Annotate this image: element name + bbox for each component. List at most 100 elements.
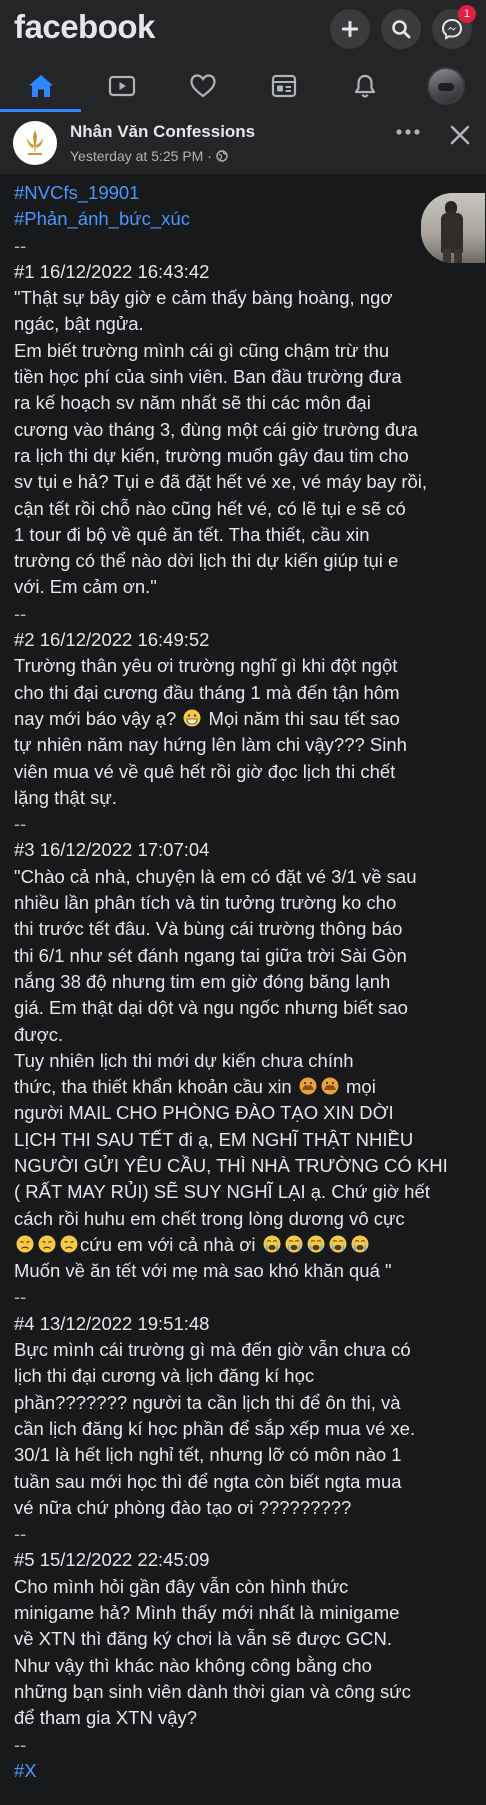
post-text-line: thi 6/1 như sét đánh ngang tai giữa trời…: [14, 944, 407, 966]
pray-emoji-icon: [321, 1077, 339, 1095]
post-text-line: thi trước tết đâu. Và bùng cái trường th…: [14, 918, 403, 940]
post-text-line: Bực mình cái trường gì mà đến giờ vẫn ch…: [14, 1339, 411, 1361]
post-photo-thumbnail[interactable]: [421, 193, 485, 263]
post-text-line: #4 13/12/2022 19:51:48: [14, 1312, 210, 1334]
messenger-button[interactable]: 1: [432, 5, 476, 49]
post-text-line: minigame hả? Mình thấy mới nhất là minig…: [14, 1602, 400, 1624]
post-header: Nhân Văn Confessions Yesterday at 5:25 P…: [0, 112, 486, 174]
post-text-line: viên mua vé về quê hết rồi giờ đọc lịch …: [14, 760, 396, 782]
post-text-line: người MAIL CHO PHÒNG ĐÀO TẠO XIN DỜI: [14, 1102, 394, 1124]
hashtag-link[interactable]: #Phản_ánh_bức_xúc: [14, 206, 426, 232]
post-text-line: cho thi đại cương đầu tháng 1 mà đến tận…: [14, 681, 400, 703]
sad-emoji-icon: [38, 1235, 56, 1253]
post-text-line: Muốn về ăn tết với mẹ mà sao khó khăn qu…: [14, 1260, 392, 1282]
post-body-text: #NVCfs_19901 #Phản_ánh_bức_xúc -- #1 16/12/…: [14, 180, 448, 1784]
search-icon: [392, 20, 411, 39]
tab-video[interactable]: [81, 60, 162, 112]
cry-emoji-icon: [307, 1235, 325, 1253]
dating-heart-icon: [189, 74, 216, 98]
post-text-line: #3 16/12/2022 17:07:04: [14, 839, 210, 861]
nhan-van-logo-icon: [27, 130, 43, 155]
post-text-line: #2 16/12/2022 16:49:52: [14, 629, 210, 651]
post-text-line: NGƯỜI GỬI YÊU CẦU, THÌ NHÀ TRƯỜNG CÓ KHI: [14, 1154, 448, 1176]
grin-emoji-icon: [183, 709, 201, 727]
post-text-line: "Chào cả nhà, chuyện là em có đặt vé 3/1…: [14, 865, 417, 887]
post-text-line: ( RẤT MAY RỦI) SẼ SUY NGHĨ LẠI ạ. Chứ gi…: [14, 1181, 430, 1203]
post-text-line: ngác, bật ngửa.: [14, 313, 144, 335]
top-bar: facebook 1: [0, 0, 486, 60]
more-dots-icon: [396, 129, 420, 135]
post-text-line: cách rồi huhu em chết trong lòng dương v…: [14, 1207, 405, 1229]
post-text-line: với. Em cảm ơn.": [14, 576, 157, 598]
profile-avatar-icon: [426, 67, 465, 105]
hashtag-link[interactable]: #NVCfs_19901: [14, 180, 426, 206]
post-text-line: giá. Em thật dại dột và ngu ngốc nhưng b…: [14, 997, 408, 1019]
tab-notifications[interactable]: [324, 60, 405, 112]
post-text-line: Như vậy thì khác nào không công bằng cho: [14, 1654, 372, 1676]
post-text-line: thức, tha thiết khẩn khoản cầu xin mọi: [14, 1076, 376, 1098]
cry-emoji-icon: [285, 1235, 303, 1253]
bell-icon: [354, 74, 375, 98]
post-text-line: 1 tour đi bộ về quê ăn tết. Tha thiết, c…: [14, 523, 370, 545]
post-text-line: ra lịch thi dự kiến, trường muốn gây đau…: [14, 444, 409, 466]
post-text-line: cứu em với cả nhà ơi: [14, 1232, 426, 1258]
post-text-line: cần lịch đăng kí học phần để sắp xếp mua…: [14, 1417, 416, 1439]
post-text-line: sv tụi e hả? Tụi e đã đặt hết vé xe, vé …: [14, 471, 428, 493]
post-text-line: được.: [14, 1023, 64, 1045]
post-text-line: phần??????? người ta cần lịch thi để ôn …: [14, 1391, 401, 1413]
nav-tabs: [0, 60, 486, 113]
messenger-badge: 1: [458, 5, 476, 23]
video-icon: [108, 75, 135, 97]
post-text-line: những bạn sinh viên dành thời gian và cô…: [14, 1680, 411, 1702]
search-button[interactable]: [381, 9, 421, 49]
tab-profile[interactable]: [405, 60, 486, 112]
sad-emoji-icon: [16, 1235, 34, 1253]
post-text-line: tuần sau mới học thì để ngta còn biết ng…: [14, 1470, 402, 1492]
create-button[interactable]: [330, 9, 370, 49]
post-text-line: 30/1 là hết lịch nghỉ tết, nhưng lỡ có m…: [14, 1444, 402, 1466]
post-text-line: nay mới báo vậy ạ? Mọi năm thi sau tết s…: [14, 707, 400, 729]
more-options-button[interactable]: [393, 124, 423, 148]
cry-emoji-icon: [263, 1235, 281, 1253]
post-text-line: Trường thân yêu ơi trường nghĩ gì khi độ…: [14, 655, 398, 677]
news-icon: [271, 74, 296, 98]
sad-emoji-icon: [60, 1235, 78, 1253]
post-text-line: #1 16/12/2022 16:43:42: [14, 260, 210, 282]
tab-news[interactable]: [243, 60, 324, 112]
pray-emoji-icon: [299, 1077, 317, 1095]
home-icon: [28, 75, 53, 97]
post-text-line: "Thật sự bây giờ e cảm thấy bàng hoàng, …: [14, 287, 393, 309]
post-text-line: cương vào tháng 3, đùng một cái giờ trườ…: [14, 418, 418, 440]
post-text-line: về XTN thì đăng ký chơi là vẫn sẽ được G…: [14, 1628, 393, 1650]
post-text-line: lặng thật sự.: [14, 786, 117, 808]
cry-emoji-icon: [329, 1235, 347, 1253]
page-avatar[interactable]: [13, 121, 57, 165]
post-text-line: tiền học phí của sinh viên. Ban đầu trườ…: [14, 366, 402, 388]
post-text-line: trường có thể nào dời lịch thi dự kiến g…: [14, 550, 399, 572]
facebook-logo[interactable]: facebook: [14, 8, 155, 46]
post-text-line: vé nữa chứ phòng đào tạo ơi ?????????: [14, 1496, 352, 1518]
post-text-line: lịch thi đại cương và lịch đăng kí học: [14, 1365, 315, 1387]
post-text-line: --: [14, 1286, 27, 1308]
hashtag-link[interactable]: #X: [14, 1758, 426, 1784]
post-text-line: Em biết trường mình cái gì cũng chậm trừ…: [14, 339, 390, 361]
post-text-line: LỊCH THI SAU TẾT đi ạ, EM NGHĨ THẬT NHIỀ…: [14, 1128, 414, 1150]
post-text-line: để tham gia XTN vậy?: [14, 1707, 198, 1729]
post-text-line: Tuy nhiên lịch thi mới dự kiến chưa chín…: [14, 1049, 354, 1071]
page-name[interactable]: Nhân Văn Confessions: [70, 122, 255, 142]
post-text-line: --: [14, 602, 27, 624]
post-text-line: Cho mình hỏi gần đây vẫn còn hình thức: [14, 1575, 349, 1597]
post-text-line: tự nhiên năm nay hứng lên làm chi vậy???…: [14, 734, 407, 756]
post-text-line: --: [14, 813, 27, 835]
post-text-line: --: [14, 1523, 27, 1545]
post-text-line: #5 15/12/2022 22:45:09: [14, 1549, 210, 1571]
tab-home[interactable]: [0, 60, 81, 112]
plus-icon: [342, 21, 358, 37]
post-text-line: cận tết rồi chỗ nào cũng hết vé, có lẽ t…: [14, 497, 406, 519]
close-post-button[interactable]: [449, 124, 475, 150]
post-timestamp[interactable]: Yesterday at 5:25 PM ·: [70, 148, 228, 164]
close-icon: [450, 125, 470, 145]
post-time-text: Yesterday at 5:25 PM ·: [70, 148, 216, 164]
globe-icon: [216, 150, 228, 162]
tab-dating[interactable]: [162, 60, 243, 112]
